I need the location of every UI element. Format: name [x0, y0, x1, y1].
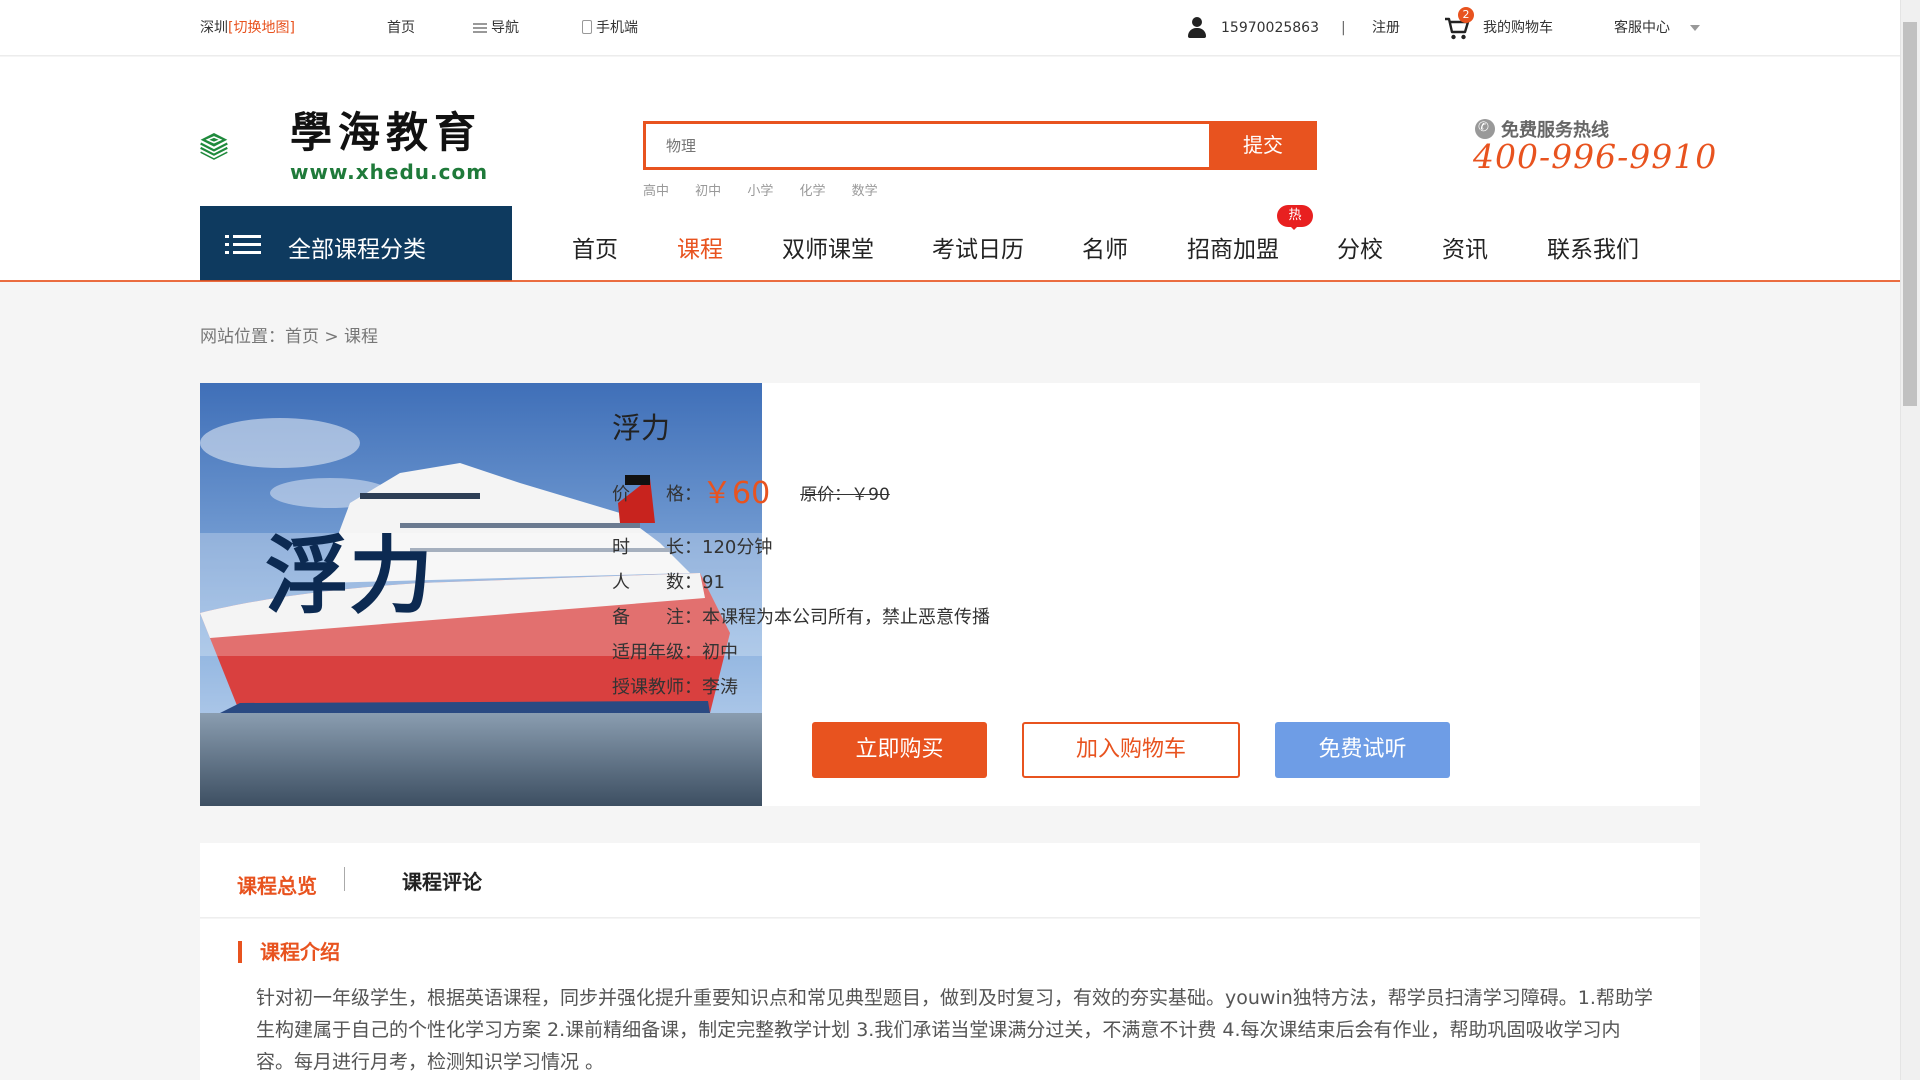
search-input[interactable] — [646, 124, 1209, 167]
hot-word[interactable]: 小学 — [747, 184, 773, 199]
list-icon — [473, 23, 487, 33]
nav-item-contact[interactable]: 联系我们 — [1547, 230, 1639, 264]
grade-row: 适用年级：初中 — [612, 642, 738, 663]
top-separator: | — [1341, 20, 1346, 36]
tab-overview[interactable]: 课程总览 — [237, 870, 317, 899]
hot-search-words: 高中 初中 小学 化学 数学 — [643, 180, 900, 199]
search-submit-button[interactable]: 提交 — [1209, 121, 1317, 170]
menu-icon — [225, 235, 261, 255]
nav-item-dual-teacher[interactable]: 双师课堂 — [782, 230, 874, 264]
nav-item-teachers[interactable]: 名师 — [1082, 230, 1128, 264]
tab-comments[interactable]: 课程评论 — [402, 866, 482, 895]
course-intro-panel: 课程介绍 针对初一年级学生，根据英语课程，同步并强化提升重要知识点和常见典型题目… — [200, 919, 1700, 1080]
city-switch-link[interactable]: [切换地图] — [228, 20, 295, 36]
nav-item-franchise[interactable]: 招商加盟 — [1187, 230, 1279, 264]
breadcrumb: 网站位置：首页 > 课程 — [200, 327, 379, 347]
logo-icon[interactable] — [200, 102, 290, 190]
user-phone[interactable]: 15970025863 — [1221, 19, 1319, 37]
nav-divider — [0, 280, 1900, 282]
free-trial-button[interactable]: 免费试听 — [1275, 722, 1450, 778]
all-courses-label: 全部课程分类 — [288, 237, 426, 263]
hotline-number: 400-996-9910 — [1473, 137, 1718, 176]
top-nav-link[interactable]: 导航 — [473, 19, 519, 37]
mobile-icon — [582, 20, 592, 34]
cart-count-badge: 2 — [1458, 7, 1474, 23]
course-image: 浮力 — [200, 383, 762, 806]
hot-word[interactable]: 数学 — [852, 184, 878, 199]
nav-item-home[interactable]: 首页 — [572, 230, 618, 264]
all-courses-menu[interactable]: 全部课程分类 — [200, 206, 512, 281]
logo-name[interactable]: 學海教育 — [290, 108, 482, 158]
tab-divider — [344, 867, 345, 891]
top-nav-label: 导航 — [491, 20, 519, 36]
nav-item-exam-calendar[interactable]: 考试日历 — [932, 230, 1024, 264]
note-row: 备 注：本课程为本公司所有，禁止恶意传播 — [612, 607, 990, 628]
hot-word[interactable]: 化学 — [799, 184, 825, 199]
price-value: ￥60 — [702, 476, 771, 511]
top-bar: 深圳[切换地图] 首页 导航 手机端 15970025863 | 注册 2 我的… — [0, 0, 1900, 56]
city-selector[interactable]: 深圳[切换地图] — [200, 19, 295, 37]
teacher-row: 授课教师：李涛 — [612, 677, 738, 698]
top-home-link[interactable]: 首页 — [387, 19, 415, 37]
logo-url[interactable]: www.xhedu.com — [290, 160, 488, 184]
students-row: 人 数：91 — [612, 572, 725, 593]
top-mobile-label: 手机端 — [596, 20, 638, 36]
chevron-down-icon[interactable] — [1690, 25, 1700, 31]
original-price: 原价：￥90 — [800, 485, 890, 505]
intro-title: 课程介绍 — [238, 941, 340, 963]
top-mobile-link[interactable]: 手机端 — [582, 19, 638, 37]
price-row: 价 格：￥60 原价：￥90 — [612, 468, 890, 512]
nav-item-news[interactable]: 资讯 — [1442, 230, 1488, 264]
price-label: 价 格： — [612, 484, 702, 505]
city-name: 深圳 — [200, 20, 228, 36]
course-title: 浮力 — [612, 411, 671, 445]
register-link[interactable]: 注册 — [1372, 19, 1400, 37]
nav-item-branches[interactable]: 分校 — [1337, 230, 1383, 264]
phone-icon — [1475, 119, 1495, 139]
hot-badge: 热 — [1277, 205, 1313, 230]
intro-text: 针对初一年级学生，根据英语课程，同步并强化提升重要知识点和常见典型题目，做到及时… — [256, 987, 1653, 1073]
add-to-cart-button[interactable]: 加入购物车 — [1022, 722, 1240, 778]
user-icon[interactable] — [1186, 17, 1208, 39]
course-tabs: 课程总览 课程评论 — [200, 843, 1700, 918]
buy-now-button[interactable]: 立即购买 — [812, 722, 987, 778]
duration-row: 时 长：120分钟 — [612, 537, 773, 558]
scrollbar-thumb[interactable] — [1903, 22, 1917, 406]
course-image-title: 浮力 — [265, 527, 433, 625]
my-cart-link[interactable]: 我的购物车 — [1483, 19, 1553, 37]
service-center-link[interactable]: 客服中心 — [1614, 19, 1670, 37]
search-box — [643, 121, 1209, 170]
nav-item-courses[interactable]: 课程 — [677, 230, 723, 264]
hot-word[interactable]: 初中 — [695, 184, 721, 199]
hot-word[interactable]: 高中 — [643, 184, 669, 199]
